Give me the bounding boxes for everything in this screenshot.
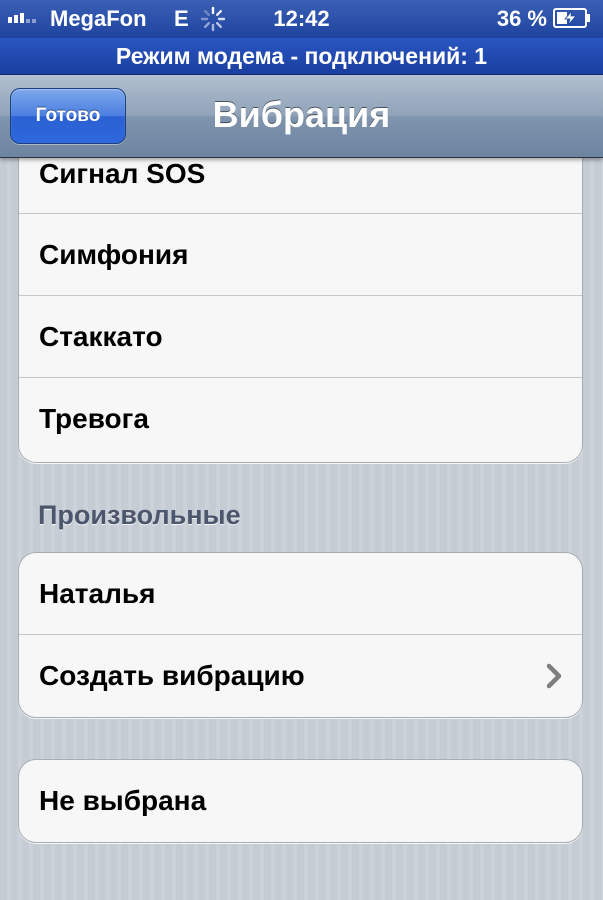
list-item[interactable]: Не выбрана (19, 760, 582, 842)
standard-vibrations-group: Сигнал SOS Симфония Стаккато Тревога (18, 132, 583, 463)
list-item-label: Наталья (39, 578, 156, 609)
none-vibration-group: Не выбрана (18, 759, 583, 843)
page-title: Вибрация (212, 94, 391, 135)
list-item[interactable]: Симфония (19, 214, 582, 296)
navigation-bar: Готово Вибрация (0, 75, 603, 158)
tethering-banner[interactable]: Режим модема - подключений: 1 (0, 38, 603, 75)
chevron-right-icon (546, 663, 562, 689)
list-item-label: Тревога (39, 403, 149, 434)
list-item[interactable]: Тревога (19, 378, 582, 460)
list-item[interactable]: Стаккато (19, 296, 582, 378)
status-bar: MegaFon E 12:42 36 % (0, 0, 603, 38)
list-item[interactable]: Наталья (19, 553, 582, 635)
battery-percent: 36 % (496, 6, 547, 31)
create-vibration-row[interactable]: Создать вибрацию (19, 635, 582, 717)
battery-charging-icon (553, 8, 590, 28)
section-header-custom: Произвольные (38, 500, 241, 530)
list-item-label: Стаккато (39, 321, 163, 352)
list-item-label: Симфония (39, 239, 189, 270)
custom-vibrations-group: Наталья Создать вибрацию (18, 552, 583, 718)
list-item-label: Создать вибрацию (39, 660, 305, 691)
list-item-label: Не выбрана (39, 785, 207, 816)
